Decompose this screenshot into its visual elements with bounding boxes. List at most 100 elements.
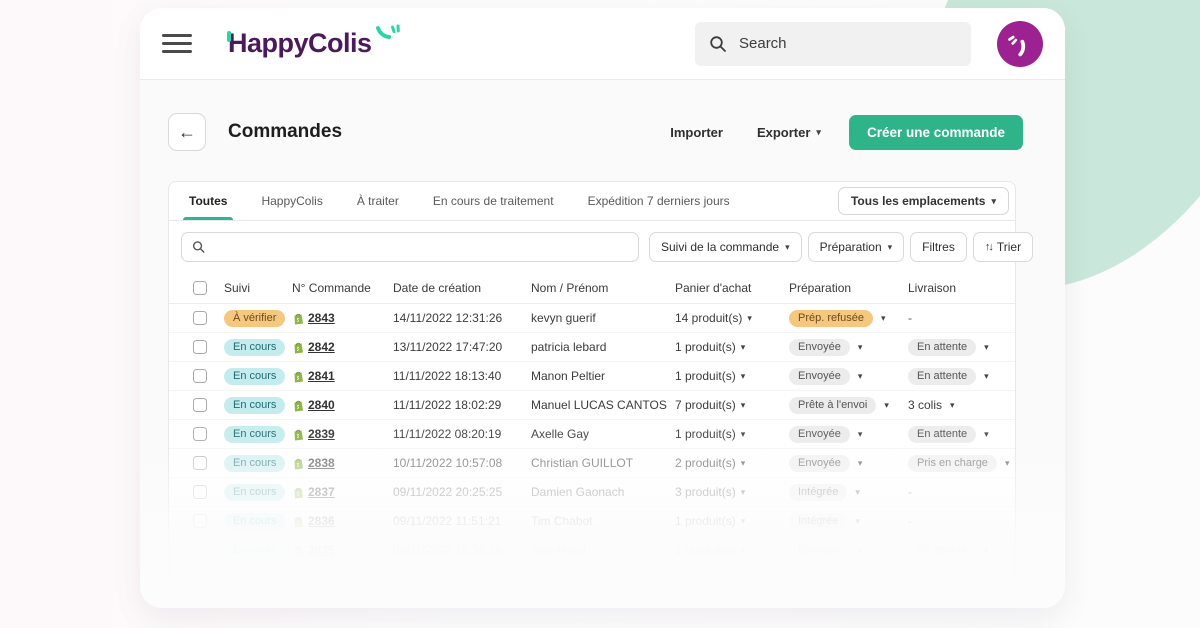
brand-logo[interactable]: HappyColis <box>228 28 400 59</box>
create-order-button[interactable]: Créer une commande <box>849 115 1023 150</box>
cart-dropdown[interactable]: 1 produit(s)▾ <box>675 369 789 383</box>
livraison-empty: - <box>908 485 912 499</box>
page-title: Commandes <box>228 121 342 143</box>
suivi-badge: En cours <box>224 455 285 472</box>
chevron-down-icon: ▾ <box>984 342 989 353</box>
location-filter-button[interactable]: Tous les emplacements ▾ <box>838 187 1009 215</box>
chevron-down-icon: ▾ <box>855 516 860 527</box>
preparation-badge[interactable]: Envoyée <box>789 455 850 472</box>
row-checkbox[interactable] <box>193 398 207 412</box>
cart-dropdown[interactable]: 14 produit(s)▾ <box>675 311 789 325</box>
cart-dropdown[interactable]: 1 produit(s)▾ <box>675 427 789 441</box>
chevron-down-icon: ▾ <box>816 127 821 138</box>
table-search[interactable] <box>181 232 639 262</box>
customer-name: Tim Chabot <box>531 514 675 528</box>
preparation-badge[interactable]: Envoyée <box>789 339 850 356</box>
livraison-dropdown[interactable]: 3 colis▾ <box>908 398 955 412</box>
order-date: 14/11/2022 12:31:26 <box>393 311 531 325</box>
sort-button[interactable]: ↑↓ Trier <box>973 232 1033 262</box>
row-checkbox[interactable] <box>193 340 207 354</box>
shop-bag-icon <box>292 399 304 412</box>
suivi-badge: En cours <box>224 368 285 385</box>
shop-bag-icon <box>292 573 304 586</box>
preparation-badge[interactable]: Prép. refusée <box>789 310 873 327</box>
preparation-badge[interactable]: Envoyée <box>789 571 850 588</box>
cart-dropdown[interactable]: 2 produit(s)▾ <box>675 456 789 470</box>
table-row: En cours284011/11/2022 18:02:29Manuel LU… <box>169 391 1015 420</box>
suivi-badge: En cours <box>224 542 285 559</box>
order-number-link[interactable]: 2834 <box>308 572 335 586</box>
filters-button[interactable]: Filtres <box>910 232 967 262</box>
order-number-link[interactable]: 2843 <box>308 311 335 325</box>
livraison-badge[interactable]: En attente <box>908 339 976 356</box>
livraison-badge[interactable]: En attente <box>908 426 976 443</box>
table-search-input[interactable] <box>213 240 628 254</box>
preparation-badge[interactable]: Prête à l'envoi <box>789 397 876 414</box>
chevron-down-icon: ▾ <box>858 429 863 440</box>
order-number-link[interactable]: 2839 <box>308 427 335 441</box>
row-checkbox[interactable] <box>193 543 207 557</box>
preparation-badge[interactable]: Intégrée <box>789 513 847 530</box>
chevron-down-icon: ▾ <box>858 574 863 585</box>
order-number-link[interactable]: 2841 <box>308 369 335 383</box>
row-checkbox[interactable] <box>193 572 207 586</box>
table-body: À vérifier284314/11/2022 12:31:26kevyn g… <box>169 304 1015 594</box>
order-date: 08/11/2022 16:36:26 <box>393 543 531 557</box>
cart-dropdown[interactable]: 1 produit(s)▾ <box>675 572 789 586</box>
sort-arrows-icon: ↑↓ <box>985 241 992 253</box>
preparation-badge[interactable]: Envoyée <box>789 542 850 559</box>
select-all-checkbox[interactable] <box>193 281 207 295</box>
cart-dropdown[interactable]: 1 produit(s)▾ <box>675 340 789 354</box>
tab-expedition-7-jours[interactable]: Expédition 7 derniers jours <box>588 182 730 220</box>
cart-dropdown[interactable]: 1 produit(s)▾ <box>675 543 789 557</box>
tab-a-traiter[interactable]: À traiter <box>357 182 399 220</box>
order-number-link[interactable]: 2842 <box>308 340 335 354</box>
livraison-badge[interactable]: En attente <box>908 571 976 588</box>
row-checkbox[interactable] <box>193 311 207 325</box>
row-checkbox[interactable] <box>193 485 207 499</box>
order-number-link[interactable]: 2838 <box>308 456 335 470</box>
chevron-down-icon: ▾ <box>984 574 989 585</box>
cart-dropdown[interactable]: 3 produit(s)▾ <box>675 485 789 499</box>
preparation-badge[interactable]: Envoyée <box>789 368 850 385</box>
support-call-button[interactable] <box>997 21 1043 67</box>
order-number-link[interactable]: 2835 <box>308 543 335 557</box>
row-checkbox[interactable] <box>193 456 207 470</box>
shop-bag-icon <box>292 428 304 441</box>
row-checkbox[interactable] <box>193 427 207 441</box>
global-search-input[interactable] <box>739 35 939 52</box>
export-button[interactable]: Exporter ▾ <box>757 125 821 140</box>
shop-bag-icon <box>292 515 304 528</box>
hamburger-menu-icon[interactable] <box>162 29 192 58</box>
order-date: 08/11/2022 09:14:02 <box>393 572 531 586</box>
chevron-down-icon: ▾ <box>741 342 746 353</box>
col-header-commande: N° Commande <box>292 281 393 295</box>
suivi-badge: À vérifier <box>224 310 285 327</box>
suivi-badge: En cours <box>224 484 285 501</box>
preparation-filter-button[interactable]: Préparation▾ <box>808 232 905 262</box>
cart-dropdown[interactable]: 7 produit(s)▾ <box>675 398 789 412</box>
preparation-badge[interactable]: Intégrée <box>789 484 847 501</box>
global-search[interactable] <box>695 22 971 66</box>
chevron-down-icon: ▾ <box>888 242 893 253</box>
tab-en-cours-de-traitement[interactable]: En cours de traitement <box>433 182 554 220</box>
tab-toutes[interactable]: Toutes <box>189 182 227 220</box>
order-tracking-filter-button[interactable]: Suivi de la commande▾ <box>649 232 802 262</box>
row-checkbox[interactable] <box>193 369 207 383</box>
order-number-link[interactable]: 2837 <box>308 485 335 499</box>
tab-happycolis[interactable]: HappyColis <box>261 182 322 220</box>
order-date: 11/11/2022 18:02:29 <box>393 398 531 412</box>
livraison-badge[interactable]: En attente <box>908 542 976 559</box>
livraison-badge[interactable]: En attente <box>908 368 976 385</box>
import-button[interactable]: Importer <box>670 125 723 140</box>
row-checkbox[interactable] <box>193 514 207 528</box>
back-button[interactable]: ← <box>168 113 206 151</box>
shop-bag-icon <box>292 486 304 499</box>
order-number-link[interactable]: 2840 <box>308 398 335 412</box>
preparation-badge[interactable]: Envoyée <box>789 426 850 443</box>
chevron-down-icon: ▾ <box>884 400 889 411</box>
order-number-link[interactable]: 2836 <box>308 514 335 528</box>
cart-dropdown[interactable]: 1 produit(s)▾ <box>675 514 789 528</box>
livraison-badge[interactable]: Pris en charge <box>908 455 997 472</box>
customer-name: Manon Peltier <box>531 369 675 383</box>
